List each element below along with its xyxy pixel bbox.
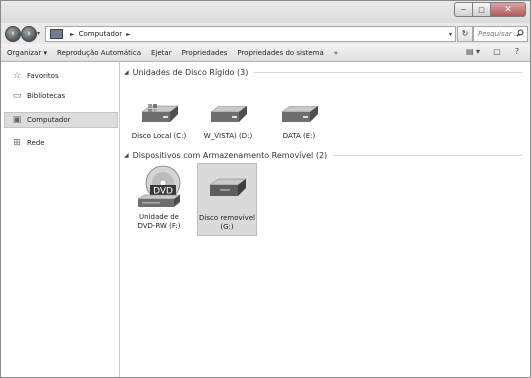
hard-drive-icon bbox=[281, 106, 319, 122]
sidebar-item-label: Bibliotecas bbox=[27, 92, 66, 100]
autoplay-button[interactable]: Reprodução Automática bbox=[57, 49, 141, 57]
computer-icon bbox=[50, 29, 63, 39]
drive-label: Disco Local (C:) bbox=[131, 132, 187, 140]
minimize-button[interactable]: ─ bbox=[454, 2, 472, 17]
breadcrumb-chevron-icon[interactable]: ► bbox=[126, 31, 131, 38]
search-input[interactable]: Pesquisar ... bbox=[473, 26, 528, 42]
dvd-drive-icon: DVD bbox=[137, 165, 181, 207]
sidebar-item-label: Computador bbox=[27, 116, 71, 124]
group-header-removable[interactable]: ◢ Dispositivos com Armazenamento Removív… bbox=[124, 151, 522, 160]
drive-item-c[interactable]: Disco Local (C:) bbox=[130, 102, 188, 148]
system-properties-button[interactable]: Propriedades do sistema bbox=[237, 49, 323, 57]
navigation-bar: ‹ › ▾ ► Computador ► ▾ ↻ Pesquisar ... bbox=[1, 23, 530, 43]
drive-item-g[interactable]: Disco removível (G:) bbox=[197, 163, 257, 236]
library-icon: ▭ bbox=[12, 91, 22, 101]
forward-button[interactable]: › bbox=[21, 26, 37, 42]
sidebar-item-label: Favoritos bbox=[27, 72, 59, 80]
toolbar-right: ▤ ▾ ▢ ? bbox=[462, 45, 530, 59]
close-button[interactable]: ✕ bbox=[490, 2, 526, 17]
star-icon: ☆ bbox=[12, 71, 22, 81]
removable-disk-icon bbox=[209, 178, 247, 196]
file-list: ◢ Unidades de Disco Rígido (3) Disco Loc… bbox=[120, 62, 530, 377]
preview-pane-icon[interactable]: ▢ bbox=[490, 45, 504, 59]
window-controls: ─ □ ✕ bbox=[454, 2, 526, 17]
sidebar-item-bibliotecas[interactable]: ▭ Bibliotecas bbox=[5, 89, 117, 103]
explorer-window: ─ □ ✕ ‹ › ▾ ► Computador ► ▾ ↻ Pesquisar… bbox=[0, 0, 531, 378]
network-icon: ⊞ bbox=[13, 138, 21, 148]
collapse-triangle-icon[interactable]: ◢ bbox=[124, 152, 129, 159]
group-divider bbox=[254, 72, 522, 73]
drive-item-f[interactable]: DVD Unidade de DVD-RW (F:) bbox=[130, 163, 188, 235]
hard-drive-icon bbox=[210, 106, 248, 122]
recent-pages-dropdown-icon[interactable]: ▾ bbox=[37, 30, 40, 37]
drive-label: W_VISTA) (D:) bbox=[203, 132, 253, 140]
group-divider bbox=[333, 155, 522, 156]
search-placeholder: Pesquisar ... bbox=[478, 30, 521, 38]
group-title: Dispositivos com Armazenamento Removível… bbox=[132, 151, 328, 160]
address-bar[interactable]: ► Computador ► ▾ bbox=[45, 26, 456, 42]
navigation-pane: ☆ Favoritos ▭ Bibliotecas ▣ Computador ⊞… bbox=[1, 62, 120, 377]
group-header-hard-disks[interactable]: ◢ Unidades de Disco Rígido (3) bbox=[124, 68, 522, 77]
search-icon[interactable] bbox=[516, 29, 524, 39]
refresh-button[interactable]: ↻ bbox=[457, 26, 473, 42]
properties-button[interactable]: Propriedades bbox=[182, 49, 228, 57]
drive-label: DATA (E:) bbox=[282, 132, 316, 140]
drive-label-line2: (G:) bbox=[220, 223, 234, 231]
drive-item-d[interactable]: W_VISTA) (D:) bbox=[199, 102, 257, 148]
command-bar: Organizar ▾ Reprodução Automática Ejetar… bbox=[1, 44, 530, 62]
help-icon[interactable]: ? bbox=[510, 45, 524, 59]
sidebar-item-label: Rede bbox=[27, 139, 45, 147]
title-bar: ─ □ ✕ bbox=[1, 1, 530, 23]
back-button[interactable]: ‹ bbox=[5, 26, 21, 42]
address-dropdown-icon[interactable]: ▾ bbox=[449, 31, 452, 38]
more-commands-button[interactable]: » bbox=[334, 49, 338, 57]
drive-label-line2: DVD-RW (F:) bbox=[137, 222, 181, 230]
organize-menu-button[interactable]: Organizar ▾ bbox=[7, 49, 47, 57]
breadcrumb-computador[interactable]: Computador bbox=[79, 30, 123, 38]
eject-button[interactable]: Ejetar bbox=[151, 49, 172, 57]
sidebar-item-computador[interactable]: ▣ Computador bbox=[4, 112, 118, 128]
group-title: Unidades de Disco Rígido (3) bbox=[132, 68, 249, 77]
change-view-icon[interactable]: ▤ ▾ bbox=[462, 45, 484, 59]
breadcrumb-separator-icon[interactable]: ► bbox=[70, 31, 75, 38]
drive-label-line1: Unidade de bbox=[139, 213, 179, 221]
sidebar-item-favoritos[interactable]: ☆ Favoritos bbox=[5, 69, 117, 83]
computer-icon: ▣ bbox=[12, 115, 22, 125]
drive-item-e[interactable]: DATA (E:) bbox=[270, 102, 328, 148]
hard-drive-windows-icon bbox=[141, 104, 179, 122]
drive-label-line1: Disco removível bbox=[199, 214, 255, 222]
sidebar-item-rede[interactable]: ⊞ Rede bbox=[5, 136, 117, 150]
maximize-button[interactable]: □ bbox=[472, 2, 490, 17]
collapse-triangle-icon[interactable]: ◢ bbox=[124, 69, 129, 76]
